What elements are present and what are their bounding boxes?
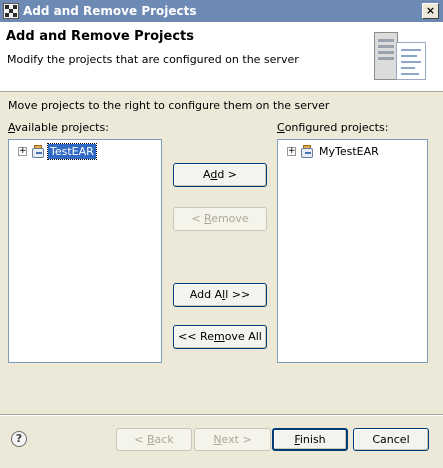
close-button[interactable]: × <box>422 3 439 19</box>
wizard-banner: Add and Remove Projects Modify the proje… <box>0 22 443 92</box>
expand-icon[interactable]: + <box>287 147 296 156</box>
server-icon <box>372 30 432 88</box>
finish-button[interactable]: Finish <box>272 428 348 451</box>
tree-item-mytestear[interactable]: + MyTestEAR <box>287 144 417 160</box>
configured-projects-list[interactable]: + MyTestEAR <box>277 139 428 363</box>
tree-item-testear[interactable]: + TestEAR <box>18 143 148 160</box>
add-button[interactable]: Add > <box>173 163 267 187</box>
cancel-button[interactable]: Cancel <box>353 428 429 451</box>
available-projects-list[interactable]: + TestEAR <box>8 139 162 363</box>
expand-icon[interactable]: + <box>18 147 27 156</box>
window-title: Add and Remove Projects <box>23 4 197 18</box>
application-icon <box>3 3 19 19</box>
remove-button[interactable]: < Remove <box>173 207 267 231</box>
close-icon: × <box>425 4 436 17</box>
title-bar: Add and Remove Projects × <box>0 0 443 22</box>
footer-separator <box>0 414 443 416</box>
page-description: Modify the projects that are configured … <box>7 53 299 66</box>
remove-all-button[interactable]: << Remove All <box>173 325 267 349</box>
instruction-text: Move projects to the right to configure … <box>8 99 330 112</box>
help-icon[interactable]: ? <box>11 431 27 447</box>
ear-project-icon <box>300 144 314 158</box>
back-button[interactable]: < Back <box>116 428 192 451</box>
tree-item-label: TestEAR <box>47 143 97 160</box>
add-all-button[interactable]: Add All >> <box>173 283 267 307</box>
window-bottom-edge <box>0 464 443 468</box>
ear-project-icon <box>31 144 45 158</box>
next-button[interactable]: Next > <box>194 428 271 451</box>
available-projects-label: Available projects: <box>8 121 109 134</box>
page-heading: Add and Remove Projects <box>6 29 194 44</box>
tree-item-label: MyTestEAR <box>319 145 379 158</box>
configured-projects-label: Configured projects: <box>277 121 389 134</box>
